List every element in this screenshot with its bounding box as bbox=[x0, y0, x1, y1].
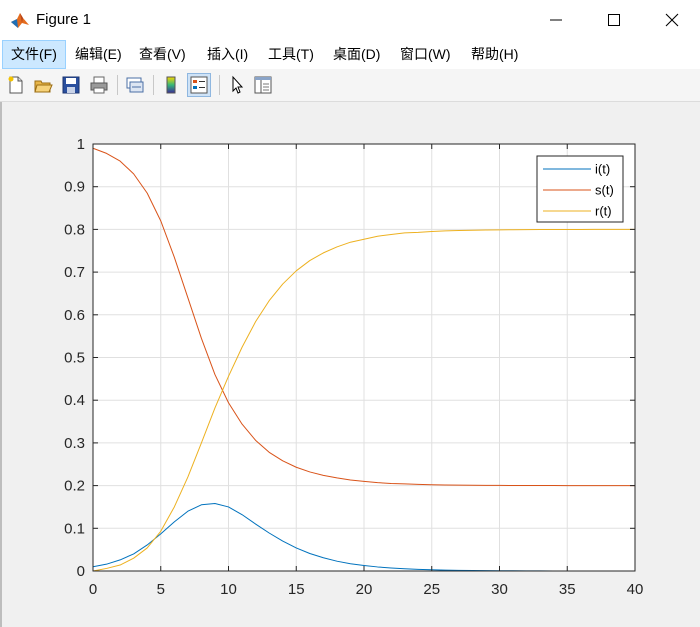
maximize-button[interactable] bbox=[602, 8, 626, 32]
legend-item-i-label: i(t) bbox=[595, 162, 610, 177]
insert-colorbar-button[interactable] bbox=[159, 73, 183, 97]
new-figure-button[interactable] bbox=[4, 73, 28, 97]
x-tick-label: 5 bbox=[157, 581, 165, 598]
close-icon bbox=[665, 13, 679, 27]
print-button[interactable] bbox=[87, 73, 111, 97]
menu-edit[interactable]: 编辑(E) bbox=[67, 40, 130, 69]
legend-item-r-label: r(t) bbox=[595, 204, 612, 219]
y-tick-label: 1 bbox=[77, 136, 85, 153]
y-tick-label: 0.7 bbox=[64, 264, 85, 281]
menu-help[interactable]: 帮助(H) bbox=[463, 40, 526, 69]
menu-insert[interactable]: 插入(I) bbox=[199, 40, 256, 69]
close-button[interactable] bbox=[660, 8, 684, 32]
edit-plot-cursor-icon bbox=[232, 75, 244, 94]
y-tick-label: 0 bbox=[77, 563, 85, 580]
window-title: Figure 1 bbox=[36, 11, 92, 28]
toolbar-separator bbox=[117, 75, 118, 95]
y-tick-label: 0.9 bbox=[64, 179, 85, 196]
y-tick-label: 0.2 bbox=[64, 478, 85, 495]
open-file-icon bbox=[34, 80, 53, 93]
figure-window: Figure 1 文件(F) 编辑(E) 查看(V) 插入(I) 工具(T) 桌… bbox=[0, 0, 700, 627]
new-figure-icon bbox=[8, 76, 23, 94]
toolbar bbox=[0, 69, 700, 102]
edit-plot-button[interactable] bbox=[225, 73, 249, 97]
x-tick-label: 0 bbox=[89, 581, 97, 598]
save-button[interactable] bbox=[59, 73, 83, 97]
x-tick-label: 40 bbox=[627, 581, 644, 598]
minimize-icon bbox=[550, 19, 562, 21]
menu-window[interactable]: 窗口(W) bbox=[392, 40, 459, 69]
property-inspector-icon bbox=[254, 76, 272, 94]
x-tick-label: 25 bbox=[423, 581, 440, 598]
y-tick-label: 0.5 bbox=[64, 350, 85, 367]
y-tick-label: 0.1 bbox=[64, 520, 85, 537]
menu-tools[interactable]: 工具(T) bbox=[260, 40, 322, 69]
legend-item-s-label: s(t) bbox=[595, 183, 614, 198]
insert-legend-icon bbox=[190, 76, 208, 94]
y-tick-label: 0.6 bbox=[64, 307, 85, 324]
matlab-logo-icon bbox=[10, 10, 30, 30]
window-left-edge bbox=[0, 102, 2, 627]
toolbar-separator bbox=[153, 75, 154, 95]
toolbar-separator bbox=[219, 75, 220, 95]
link-plot-icon bbox=[126, 77, 144, 93]
line-chart[interactable]: 0 5 10 15 20 25 30 35 40 0 0.1 0.2 0.3 0.4 0.5 0.6 0.7 0.… bbox=[0, 102, 700, 627]
menu-bar: 文件(F) 编辑(E) 查看(V) 插入(I) 工具(T) 桌面(D) 窗口(W… bbox=[0, 40, 700, 99]
y-tick-label: 0.8 bbox=[64, 221, 85, 238]
y-tick-label: 0.3 bbox=[64, 435, 85, 452]
link-plot-button[interactable] bbox=[123, 73, 147, 97]
x-tick-label: 30 bbox=[491, 581, 508, 598]
x-tick-label: 10 bbox=[220, 581, 237, 598]
save-icon bbox=[62, 76, 80, 94]
maximize-icon bbox=[608, 14, 620, 26]
property-inspector-button[interactable] bbox=[251, 73, 275, 97]
figure-canvas: 0 5 10 15 20 25 30 35 40 0 0.1 0.2 0.3 0.4 0.5 0.6 0.7 0.… bbox=[0, 102, 700, 627]
title-bar: Figure 1 bbox=[0, 0, 700, 40]
print-icon bbox=[90, 76, 108, 94]
menu-view[interactable]: 查看(V) bbox=[131, 40, 194, 69]
menu-file[interactable]: 文件(F) bbox=[2, 40, 66, 69]
insert-legend-button[interactable] bbox=[187, 73, 211, 97]
insert-colorbar-icon bbox=[166, 76, 176, 94]
x-tick-label: 15 bbox=[288, 581, 305, 598]
minimize-button[interactable] bbox=[544, 8, 568, 32]
x-tick-label: 35 bbox=[559, 581, 576, 598]
y-tick-label: 0.4 bbox=[64, 392, 85, 409]
open-file-button[interactable] bbox=[31, 73, 55, 97]
menu-desktop[interactable]: 桌面(D) bbox=[325, 40, 388, 69]
x-tick-label: 20 bbox=[356, 581, 373, 598]
